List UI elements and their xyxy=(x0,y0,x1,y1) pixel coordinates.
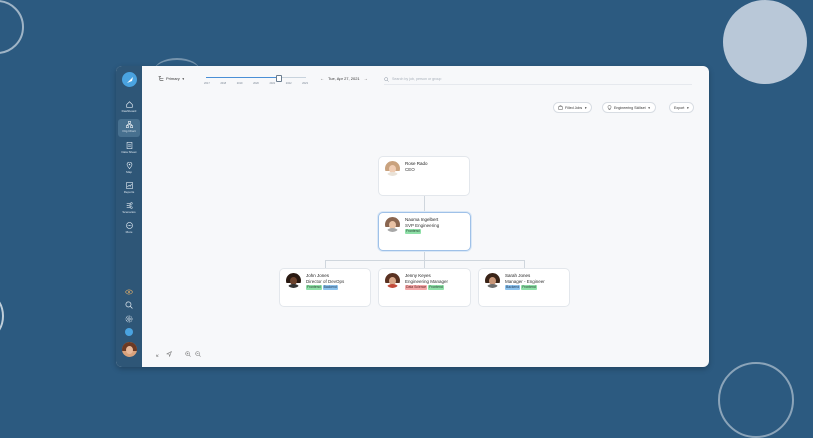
skill-tag: Frontend xyxy=(428,285,444,290)
share-icon[interactable] xyxy=(166,351,172,357)
person-name: Rose Rado xyxy=(405,161,428,166)
more-icon xyxy=(125,222,133,229)
search-icon[interactable] xyxy=(125,301,133,309)
sidebar-item-scenarios[interactable]: Scenarios xyxy=(118,200,140,218)
sidebar-item-label: Scenarios xyxy=(122,210,136,214)
org-chart-canvas[interactable]: Rose Rado CEO Naoma Ingelbert SVP Engine… xyxy=(142,94,709,367)
app-logo[interactable] xyxy=(122,72,137,87)
timeline-year: 2023 xyxy=(302,82,308,85)
sidebar-item-dashboard[interactable]: Dashboard xyxy=(118,99,140,117)
search-bar xyxy=(384,74,692,85)
connector-line xyxy=(424,250,425,260)
sidebar-item-label: Map xyxy=(126,170,132,174)
scenarios-icon xyxy=(126,202,133,209)
timeline-slider[interactable]: 2017 2018 2019 2020 2021 2022 2023 xyxy=(204,75,308,87)
connector-line xyxy=(524,260,525,268)
org-card-report[interactable]: John Jones Director of DevOps Frontend B… xyxy=(279,268,371,307)
avatar xyxy=(286,273,301,288)
timeline-year: 2022 xyxy=(285,82,292,85)
decorative-ring xyxy=(0,296,4,336)
org-card-ceo[interactable]: Rose Rado CEO xyxy=(378,156,470,196)
avatar xyxy=(385,273,400,288)
view-dropdown-label: Primary xyxy=(166,76,180,81)
sidebar-item-label: Org Chart xyxy=(122,129,136,133)
timeline-year: 2017 xyxy=(204,82,210,85)
eye-icon[interactable] xyxy=(125,288,133,296)
sidebar-item-map[interactable]: Map xyxy=(118,160,140,178)
search-icon xyxy=(384,76,389,82)
timeline-year: 2018 xyxy=(220,82,227,85)
app-badge-icon[interactable] xyxy=(125,328,133,336)
avatar xyxy=(385,217,400,232)
zoom-in-icon[interactable] xyxy=(185,351,191,357)
decorative-ring xyxy=(0,0,24,54)
avatar xyxy=(385,161,400,176)
date-navigator: ← Tue, Apr 27, 2021 → xyxy=(320,76,368,81)
arrow-left-icon[interactable]: ← xyxy=(320,76,324,81)
gear-icon[interactable] xyxy=(125,315,133,323)
connector-line xyxy=(424,195,425,212)
connector-line xyxy=(424,260,425,268)
skill-tags: Backend Frontend xyxy=(505,285,537,290)
person-title: Director of DevOps xyxy=(306,279,345,284)
canvas-toolbar xyxy=(156,351,201,357)
person-name: John Jones xyxy=(306,273,330,278)
org-card-svp[interactable]: Naoma Ingelbert SVP Engineering Frontend xyxy=(378,212,471,251)
skill-tag: Frontend xyxy=(521,285,537,290)
decorative-ring xyxy=(718,362,794,438)
skill-tag: Data Science xyxy=(405,285,428,290)
sidebar-item-label: Data Sheet xyxy=(121,150,137,154)
timeline-year: 2020 xyxy=(253,82,259,85)
sidebar-item-more[interactable]: More xyxy=(118,220,140,238)
expand-icon[interactable] xyxy=(156,351,162,357)
sidebar: Dashboard Org Chart Data Sheet Map Repor… xyxy=(116,66,142,367)
person-title: Manager - Engineer xyxy=(505,279,545,284)
person-name: Sarah Jones xyxy=(505,273,531,278)
timeline-years: 2017 2018 2019 2020 2021 2022 2023 xyxy=(204,82,308,85)
person-name: Jenny Keyes xyxy=(405,273,431,278)
person-title: CEO xyxy=(405,167,415,172)
sidebar-item-label: More xyxy=(125,230,133,234)
user-avatar[interactable] xyxy=(122,342,137,357)
caret-down-icon: ▼ xyxy=(181,76,185,81)
timeline-year: 2019 xyxy=(236,82,243,85)
sidebar-item-org-chart[interactable]: Org Chart xyxy=(118,119,140,137)
skill-tags: Frontend xyxy=(405,229,421,234)
top-bar: Primary ▼ 2017 2018 2019 2020 2021 2022 … xyxy=(142,66,709,94)
timeline-year: 2021 xyxy=(269,82,276,85)
view-dropdown[interactable]: Primary ▼ xyxy=(158,76,185,81)
org-card-report[interactable]: Jenny Keyes Engineering Manager Data Sci… xyxy=(378,268,471,307)
org-chart-icon xyxy=(125,121,133,128)
sidebar-item-reports[interactable]: Reports xyxy=(118,180,140,198)
org-card-report[interactable]: Sarah Jones Manager - Engineer Backend F… xyxy=(478,268,570,307)
decorative-circle xyxy=(723,0,807,84)
person-title: Engineering Manager xyxy=(405,279,449,284)
skill-tags: Frontend Backend xyxy=(306,285,338,290)
data-sheet-icon xyxy=(126,142,132,149)
sidebar-item-label: Reports xyxy=(123,190,135,194)
person-title: SVP Engineering xyxy=(405,223,440,228)
skill-tag: Frontend xyxy=(405,229,421,234)
skill-tags: Data Science Frontend xyxy=(405,285,444,290)
skill-tag: Backend xyxy=(505,285,521,290)
search-input[interactable] xyxy=(392,77,592,81)
map-pin-icon xyxy=(126,162,132,169)
zoom-out-icon[interactable] xyxy=(195,351,201,357)
skill-tag: Backend xyxy=(322,285,338,290)
hierarchy-icon xyxy=(158,76,164,81)
reports-icon xyxy=(125,182,133,189)
app-window: Dashboard Org Chart Data Sheet Map Repor… xyxy=(116,66,709,367)
person-name: Naoma Ingelbert xyxy=(405,217,439,222)
sidebar-item-data-sheet[interactable]: Data Sheet xyxy=(118,140,140,158)
feather-logo-icon xyxy=(126,76,133,83)
timeline-fill xyxy=(206,77,278,78)
arrow-right-icon[interactable]: → xyxy=(364,76,368,81)
connector-line xyxy=(325,260,326,268)
date-label: Tue, Apr 27, 2021 xyxy=(328,76,360,81)
timeline-handle[interactable] xyxy=(276,75,282,82)
skill-tag: Frontend xyxy=(306,285,322,290)
home-icon xyxy=(125,101,133,108)
avatar xyxy=(485,273,500,288)
sidebar-item-label: Dashboard xyxy=(121,109,137,113)
